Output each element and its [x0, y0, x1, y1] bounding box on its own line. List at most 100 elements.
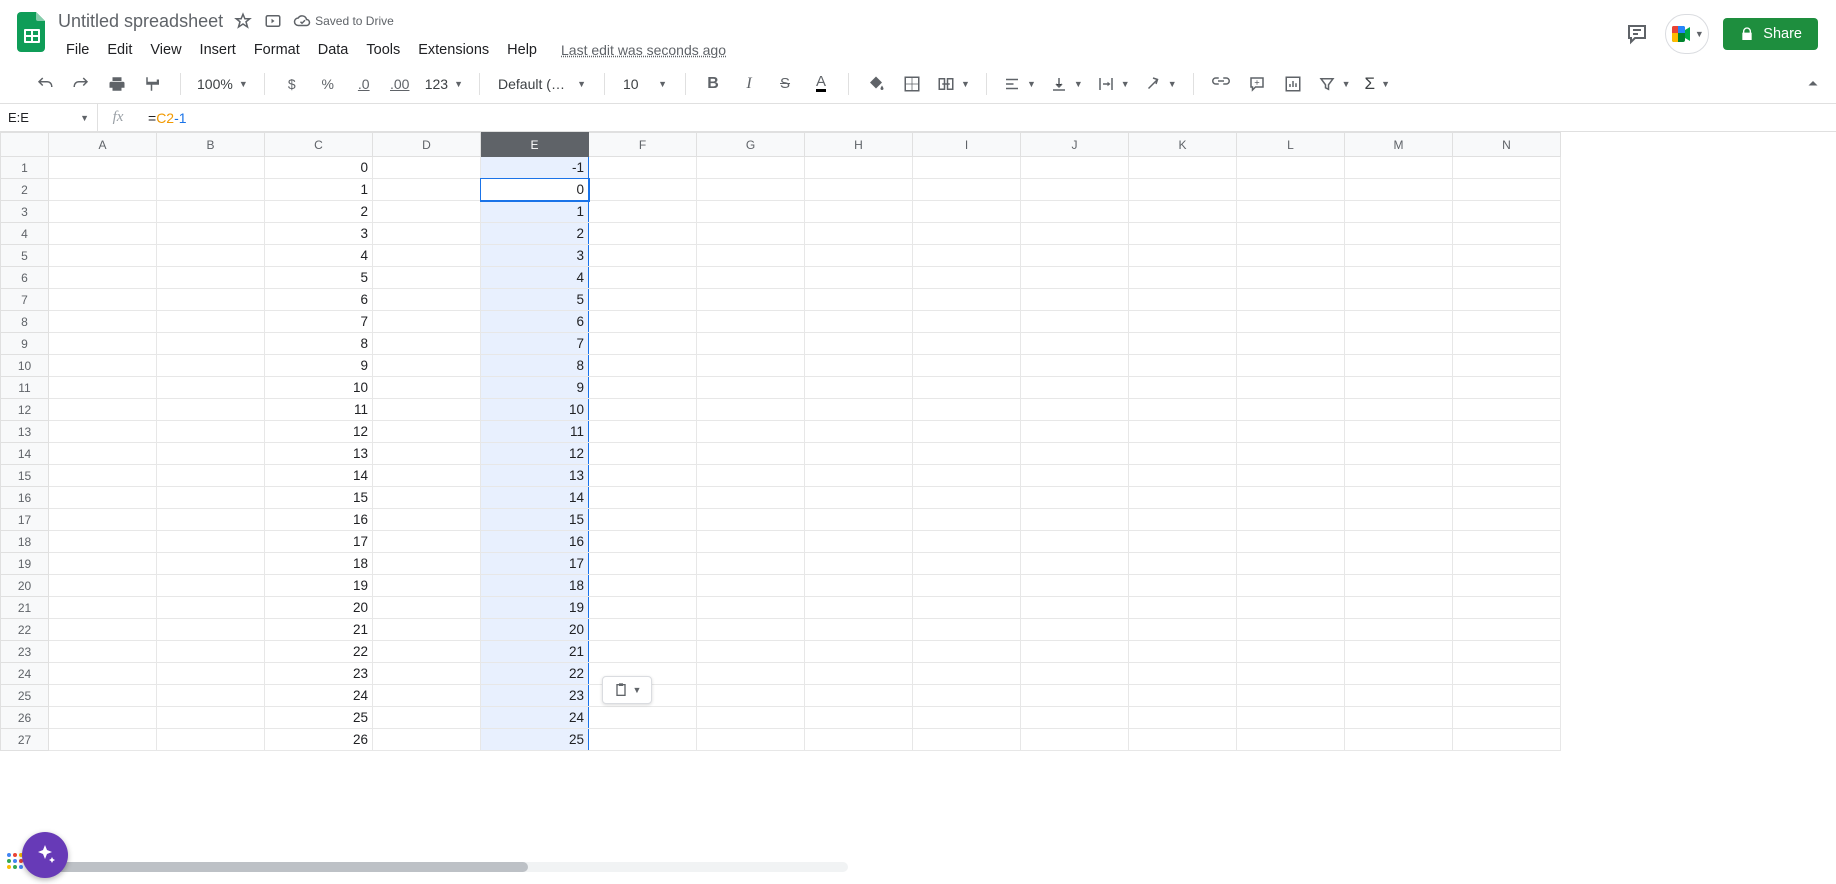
cell-B9[interactable] — [157, 333, 265, 355]
cell-I7[interactable] — [913, 289, 1021, 311]
row-header-22[interactable]: 22 — [1, 619, 49, 641]
cell-F23[interactable] — [589, 641, 697, 663]
cell-E8[interactable]: 6 — [481, 311, 589, 333]
cell-B7[interactable] — [157, 289, 265, 311]
cell-D22[interactable] — [373, 619, 481, 641]
cell-I14[interactable] — [913, 443, 1021, 465]
cell-E17[interactable]: 15 — [481, 509, 589, 531]
cell-B21[interactable] — [157, 597, 265, 619]
cell-I6[interactable] — [913, 267, 1021, 289]
cell-B13[interactable] — [157, 421, 265, 443]
cell-N27[interactable] — [1453, 729, 1561, 751]
last-edit-link[interactable]: Last edit was seconds ago — [561, 42, 726, 58]
cell-K22[interactable] — [1129, 619, 1237, 641]
paint-format-icon[interactable] — [138, 69, 168, 99]
format-percent[interactable]: % — [313, 69, 343, 99]
cell-L22[interactable] — [1237, 619, 1345, 641]
cell-K27[interactable] — [1129, 729, 1237, 751]
cell-E9[interactable]: 7 — [481, 333, 589, 355]
cell-I3[interactable] — [913, 201, 1021, 223]
row-header-21[interactable]: 21 — [1, 597, 49, 619]
cell-C15[interactable]: 14 — [265, 465, 373, 487]
cell-M8[interactable] — [1345, 311, 1453, 333]
cell-B11[interactable] — [157, 377, 265, 399]
cell-K11[interactable] — [1129, 377, 1237, 399]
cell-E14[interactable]: 12 — [481, 443, 589, 465]
italic-button[interactable]: I — [734, 69, 764, 99]
cell-C25[interactable]: 24 — [265, 685, 373, 707]
cell-B1[interactable] — [157, 157, 265, 179]
cell-A25[interactable] — [49, 685, 157, 707]
cell-N2[interactable] — [1453, 179, 1561, 201]
cell-L21[interactable] — [1237, 597, 1345, 619]
cell-E19[interactable]: 17 — [481, 553, 589, 575]
share-button[interactable]: Share — [1723, 18, 1818, 50]
cell-K21[interactable] — [1129, 597, 1237, 619]
spreadsheet-grid[interactable]: ABCDEFGHIJKLMN10-12103214325436547658769… — [0, 132, 1561, 751]
cell-N25[interactable] — [1453, 685, 1561, 707]
cell-M16[interactable] — [1345, 487, 1453, 509]
cell-L19[interactable] — [1237, 553, 1345, 575]
row-header-26[interactable]: 26 — [1, 707, 49, 729]
menu-insert[interactable]: Insert — [192, 38, 244, 62]
fill-color-icon[interactable] — [861, 69, 891, 99]
cell-M27[interactable] — [1345, 729, 1453, 751]
cell-D7[interactable] — [373, 289, 481, 311]
cell-K4[interactable] — [1129, 223, 1237, 245]
cell-I8[interactable] — [913, 311, 1021, 333]
column-header-E[interactable]: E — [481, 133, 589, 157]
cell-F16[interactable] — [589, 487, 697, 509]
cell-G16[interactable] — [697, 487, 805, 509]
cell-N6[interactable] — [1453, 267, 1561, 289]
cell-A4[interactable] — [49, 223, 157, 245]
cell-M1[interactable] — [1345, 157, 1453, 179]
cell-L20[interactable] — [1237, 575, 1345, 597]
cell-C11[interactable]: 10 — [265, 377, 373, 399]
cell-H15[interactable] — [805, 465, 913, 487]
cell-C9[interactable]: 8 — [265, 333, 373, 355]
cell-H27[interactable] — [805, 729, 913, 751]
cell-D19[interactable] — [373, 553, 481, 575]
redo-icon[interactable] — [66, 69, 96, 99]
cell-D3[interactable] — [373, 201, 481, 223]
cell-N24[interactable] — [1453, 663, 1561, 685]
cell-B8[interactable] — [157, 311, 265, 333]
cell-C13[interactable]: 12 — [265, 421, 373, 443]
cell-E11[interactable]: 9 — [481, 377, 589, 399]
cell-C18[interactable]: 17 — [265, 531, 373, 553]
cell-K9[interactable] — [1129, 333, 1237, 355]
cell-J20[interactable] — [1021, 575, 1129, 597]
cell-D20[interactable] — [373, 575, 481, 597]
cell-B27[interactable] — [157, 729, 265, 751]
cell-F1[interactable] — [589, 157, 697, 179]
cell-E2[interactable]: 0 — [481, 179, 589, 201]
name-box[interactable]: E:E ▼ — [0, 104, 98, 131]
menu-file[interactable]: File — [58, 38, 97, 62]
row-header-24[interactable]: 24 — [1, 663, 49, 685]
cell-H21[interactable] — [805, 597, 913, 619]
cell-C7[interactable]: 6 — [265, 289, 373, 311]
cell-N8[interactable] — [1453, 311, 1561, 333]
cell-G5[interactable] — [697, 245, 805, 267]
cell-J25[interactable] — [1021, 685, 1129, 707]
cell-H16[interactable] — [805, 487, 913, 509]
cell-G14[interactable] — [697, 443, 805, 465]
cell-K15[interactable] — [1129, 465, 1237, 487]
cell-L7[interactable] — [1237, 289, 1345, 311]
cell-A15[interactable] — [49, 465, 157, 487]
cell-E13[interactable]: 11 — [481, 421, 589, 443]
cell-M4[interactable] — [1345, 223, 1453, 245]
row-header-4[interactable]: 4 — [1, 223, 49, 245]
cell-N10[interactable] — [1453, 355, 1561, 377]
cell-N22[interactable] — [1453, 619, 1561, 641]
cell-J13[interactable] — [1021, 421, 1129, 443]
cell-J26[interactable] — [1021, 707, 1129, 729]
cell-M11[interactable] — [1345, 377, 1453, 399]
cell-F18[interactable] — [589, 531, 697, 553]
cell-M21[interactable] — [1345, 597, 1453, 619]
cell-G4[interactable] — [697, 223, 805, 245]
cell-M9[interactable] — [1345, 333, 1453, 355]
cell-K14[interactable] — [1129, 443, 1237, 465]
cell-L26[interactable] — [1237, 707, 1345, 729]
row-header-3[interactable]: 3 — [1, 201, 49, 223]
